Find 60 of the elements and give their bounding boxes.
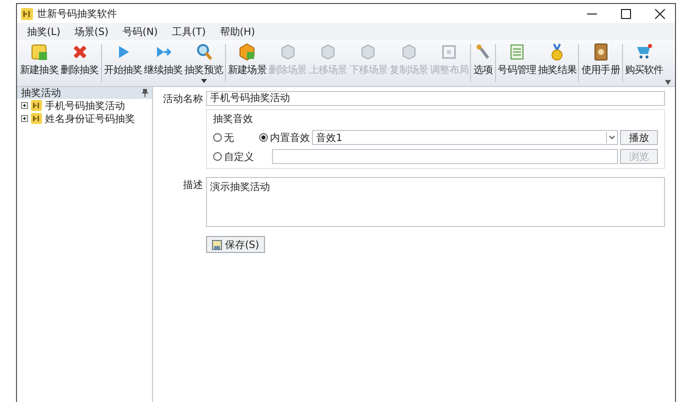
menu-item[interactable]: 帮助(H): [218, 24, 258, 38]
toolbar-button[interactable]: 号码管理: [496, 42, 538, 84]
toolbar-button[interactable]: 删除抽奖: [59, 42, 100, 84]
toolbar-icon: [635, 43, 654, 61]
overflow-icon[interactable]: [665, 80, 671, 85]
play-button[interactable]: 播放: [620, 130, 658, 145]
tree-label: 手机号码抽奖活动: [45, 100, 125, 112]
radio-icon: [213, 133, 222, 142]
toolbar-button[interactable]: 开始抽奖: [102, 42, 144, 84]
tree-label: 姓名身份证号码抽奖: [45, 112, 135, 126]
panel-title: 抽奖活动: [21, 86, 61, 100]
toolbar-button[interactable]: 购买软件: [624, 42, 664, 84]
close-icon: [655, 8, 665, 18]
toolbar-icon: [70, 43, 89, 61]
menu-item[interactable]: 抽奖(L): [25, 24, 62, 38]
tree-item[interactable]: 姓名身份证号码抽奖: [17, 112, 152, 125]
input-field[interactable]: 手机号码抽奖活动: [206, 91, 665, 106]
save-button[interactable]: 保存(S): [206, 236, 266, 253]
toolbar-button[interactable]: 新建抽奖: [19, 42, 60, 84]
menu-item[interactable]: 场景(S): [72, 24, 111, 38]
toolbar-icon: [238, 43, 256, 61]
chevron-down-icon: [606, 132, 617, 143]
save-icon: [212, 240, 222, 250]
pin-icon[interactable]: [142, 89, 148, 97]
toolbar-icon: [278, 43, 297, 61]
toolbar-button[interactable]: 继续抽奖: [143, 42, 184, 84]
toolbar-icon: [30, 43, 48, 61]
menu-item[interactable]: 工具(T): [170, 24, 208, 38]
toolbar-icon: [194, 43, 213, 61]
toolbar-button[interactable]: 新建场景: [227, 42, 268, 84]
menu-item[interactable]: 号码(N): [120, 24, 160, 38]
radio-button[interactable]: 自定义: [213, 150, 254, 164]
expand-icon[interactable]: [21, 102, 28, 109]
window-title: 世新号码抽奖软件: [37, 8, 118, 20]
toolbar-button[interactable]: 使用手册: [580, 42, 621, 84]
toolbar-button[interactable]: 选项: [472, 42, 494, 84]
sound-dropdown[interactable]: 音效1: [312, 130, 618, 145]
expand-icon[interactable]: [21, 115, 28, 122]
app-icon: [21, 8, 33, 20]
radio-button[interactable]: 内置音效: [259, 130, 310, 144]
toolbar-button[interactable]: 抽奖结果: [537, 42, 578, 84]
toolbar-icon: [400, 43, 418, 61]
group-title: 抽奖音效: [213, 112, 254, 126]
toolbar-icon: [319, 43, 338, 61]
input-field[interactable]: [272, 149, 618, 164]
toolbar-button[interactable]: 抽奖预览: [184, 42, 224, 84]
radio-button[interactable]: 无: [213, 130, 257, 144]
radio-icon: [259, 133, 268, 142]
toolbar-icon: [440, 43, 458, 61]
lottery-icon: [31, 113, 42, 124]
field-label: 活动名称: [162, 93, 203, 106]
description-field[interactable]: 演示抽奖活动: [206, 177, 665, 227]
lottery-icon: [31, 100, 42, 111]
toolbar-icon: [359, 43, 378, 61]
toolbar-icon: [592, 43, 610, 61]
radio-icon: [213, 152, 222, 161]
tree-item[interactable]: 手机号码抽奖活动: [17, 99, 152, 112]
maximize-icon: [621, 8, 631, 18]
toolbar-icon: [508, 43, 526, 61]
field-label: 描述: [182, 178, 203, 192]
